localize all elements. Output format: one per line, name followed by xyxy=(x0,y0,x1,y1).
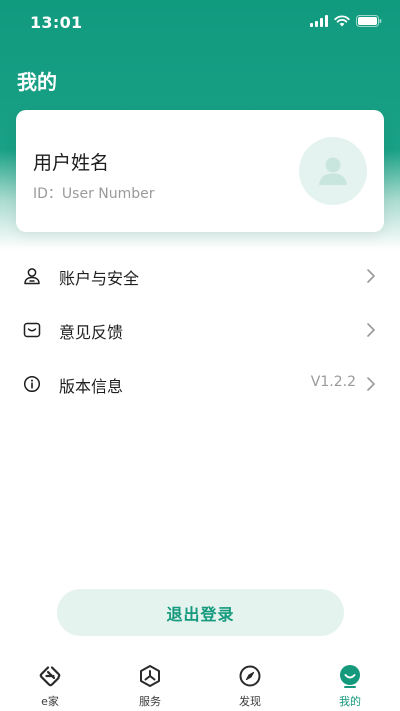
user-name: 用户姓名 xyxy=(33,152,110,174)
settings-menu: 账户与安全 意见反馈 版本信息 V1.2.2 xyxy=(0,249,400,411)
menu-label-version-info: 版本信息 xyxy=(59,377,124,396)
chevron-right-icon xyxy=(367,323,375,337)
user-id: ID：User Number xyxy=(33,186,155,202)
chevron-right-icon xyxy=(367,269,375,283)
avatar[interactable] xyxy=(299,137,367,205)
signal-icon xyxy=(310,15,328,27)
compass-icon xyxy=(239,665,261,687)
chevron-right-icon xyxy=(367,377,375,391)
tab-label-profile: 我的 xyxy=(339,695,361,708)
logout-button[interactable]: 退出登录 xyxy=(57,589,344,636)
status-time: 13:01 xyxy=(30,13,83,32)
info-icon xyxy=(23,375,41,393)
avatar-placeholder-icon xyxy=(319,157,347,185)
service-hex-icon xyxy=(140,665,160,687)
battery-icon xyxy=(356,15,382,27)
home-e-icon xyxy=(39,666,61,687)
menu-label-feedback: 意见反馈 xyxy=(59,323,124,342)
profile-face-icon xyxy=(340,665,360,688)
version-number: V1.2.2 xyxy=(310,374,356,390)
tab-label-home: e家 xyxy=(41,695,59,708)
menu-item-feedback[interactable]: 意见反馈 xyxy=(0,303,400,357)
menu-item-account-security[interactable]: 账户与安全 xyxy=(0,249,400,303)
menu-item-version-info[interactable]: 版本信息 V1.2.2 xyxy=(0,357,400,411)
tab-label-services: 服务 xyxy=(139,695,161,708)
menu-label-account-security: 账户与安全 xyxy=(59,269,140,288)
user-lock-icon xyxy=(24,268,40,285)
tab-services[interactable]: 服务 xyxy=(100,657,200,711)
message-box-icon xyxy=(23,322,41,338)
profile-card[interactable]: 用户姓名 ID：User Number xyxy=(16,110,384,232)
wifi-icon xyxy=(334,15,350,27)
tab-home[interactable]: e家 xyxy=(0,657,100,711)
bottom-tab-bar: e家 服务 发现 我的 xyxy=(0,657,400,711)
status-icons xyxy=(310,15,382,27)
status-bar: 13:01 xyxy=(0,0,400,46)
tab-discover[interactable]: 发现 xyxy=(200,657,300,711)
tab-label-discover: 发现 xyxy=(239,695,261,708)
tab-profile[interactable]: 我的 xyxy=(300,657,400,711)
page-title: 我的 xyxy=(17,70,57,94)
